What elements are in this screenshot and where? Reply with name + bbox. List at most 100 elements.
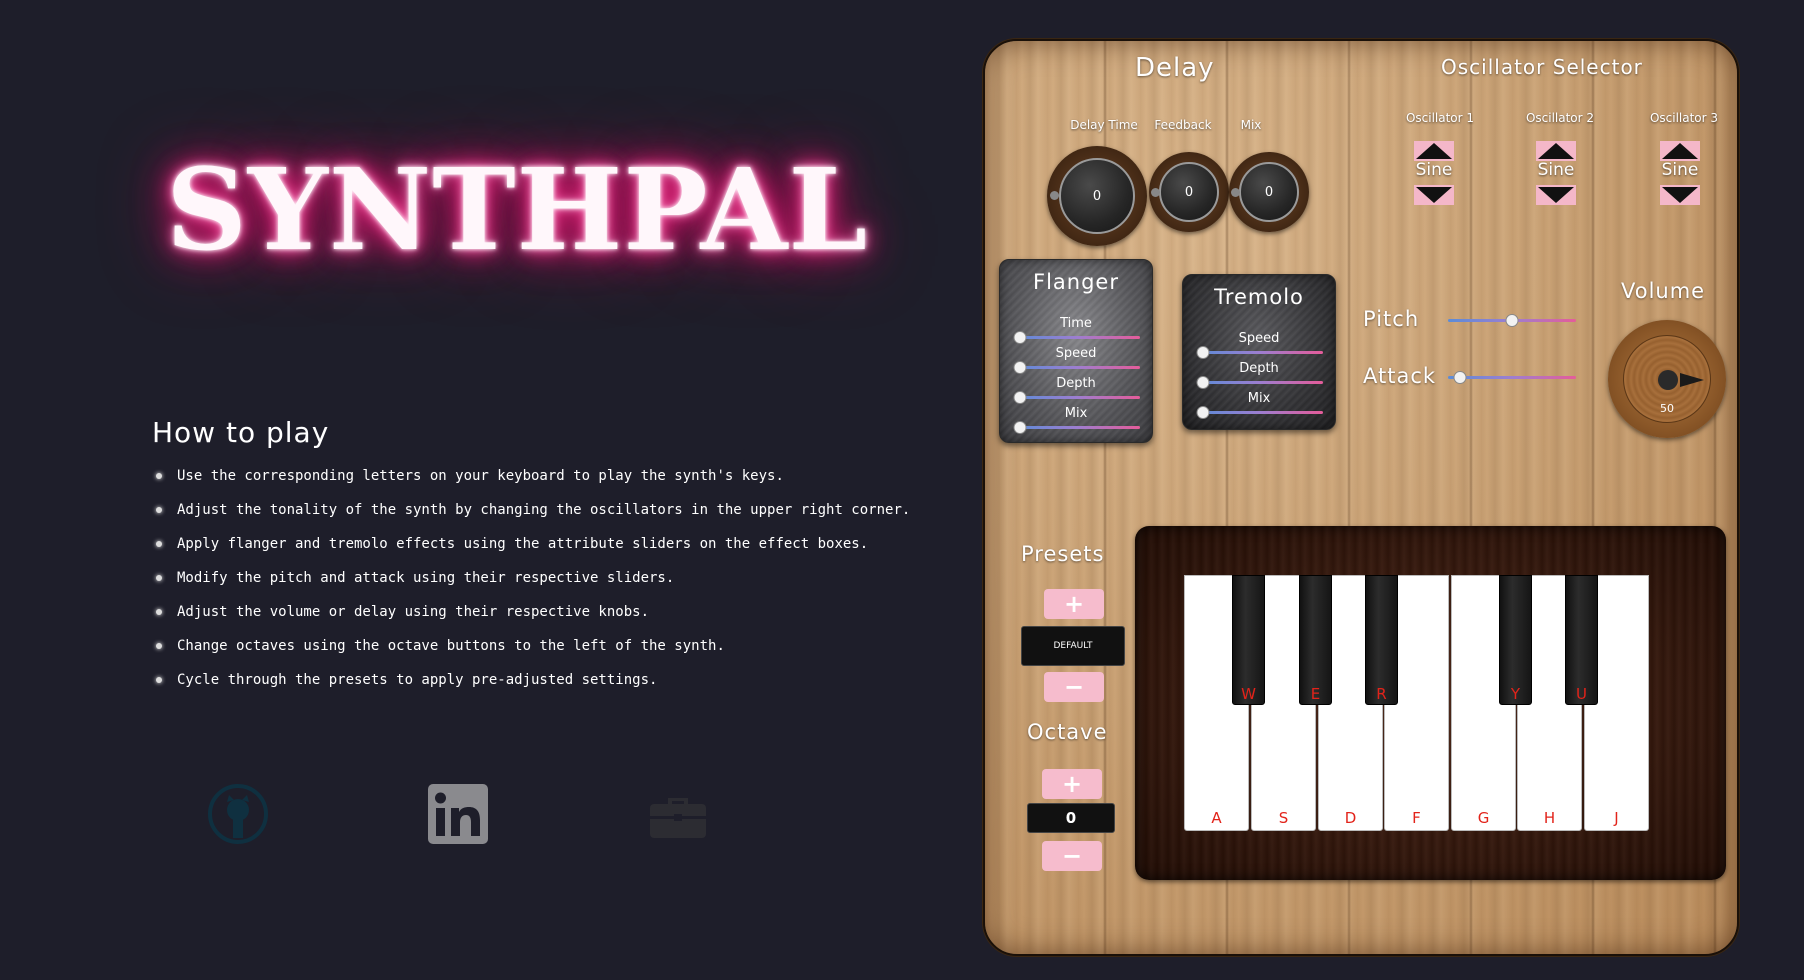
octave-down-button[interactable]: − [1042, 841, 1102, 871]
flanger-title: Flanger [1033, 270, 1119, 294]
portfolio-link[interactable] [648, 784, 708, 844]
flanger-box: Flanger Time Speed Depth Mix [999, 259, 1153, 443]
slider-thumb[interactable] [1505, 314, 1519, 327]
feedback-knob[interactable]: 0 [1149, 152, 1229, 232]
oscillator-1-up-button[interactable] [1414, 141, 1454, 161]
list-item: Use the corresponding letters on your ke… [153, 462, 910, 496]
key-label: F [1412, 809, 1421, 827]
key-label: H [1543, 809, 1556, 827]
key-label: R [1376, 685, 1387, 703]
preset-next-button[interactable]: + [1044, 589, 1104, 619]
knob-indicator [1050, 191, 1059, 200]
flanger-mix-label: Mix [1064, 406, 1088, 421]
feedback-value: 0 [1159, 162, 1219, 222]
volume-pointer-icon [1680, 373, 1704, 387]
oscillator-3-selector: Sine [1660, 141, 1700, 205]
oscillator-1-value: Sine [1415, 160, 1453, 180]
slider-track [1014, 426, 1140, 429]
delay-time-value: 0 [1059, 158, 1135, 234]
key-label: A [1211, 809, 1222, 827]
list-item: Cycle through the presets to apply pre-a… [153, 666, 910, 700]
how-to-play-list: Use the corresponding letters on your ke… [153, 462, 910, 700]
list-item: Apply flanger and tremolo effects using … [153, 530, 910, 564]
oscillator-1-down-button[interactable] [1414, 185, 1454, 205]
oscillator-1-selector: Sine [1414, 141, 1454, 205]
delay-mix-knob[interactable]: 0 [1229, 152, 1309, 232]
key-label: U [1576, 685, 1587, 703]
oscillator-2-value: Sine [1537, 160, 1575, 180]
key-label: J [1614, 809, 1619, 827]
piano-key-y[interactable]: Y [1499, 575, 1532, 705]
flanger-time-slider[interactable] [1013, 331, 1140, 344]
pitch-slider[interactable] [1448, 314, 1576, 327]
preset-prev-button[interactable]: − [1044, 672, 1104, 702]
flanger-depth-label: Depth [1056, 376, 1096, 391]
oscillator-3-label: Oscillator 3 [1649, 111, 1719, 125]
slider-thumb[interactable] [1013, 421, 1027, 434]
github-icon [208, 784, 268, 844]
tremolo-speed-slider[interactable] [1196, 346, 1323, 359]
slider-track [1014, 336, 1140, 339]
oscillator-2-down-button[interactable] [1536, 185, 1576, 205]
list-item: Modify the pitch and attack using their … [153, 564, 910, 598]
volume-knob[interactable]: 50 [1608, 320, 1726, 438]
key-label: E [1310, 685, 1321, 703]
tremolo-box: Tremolo Speed Depth Mix [1182, 274, 1336, 430]
piano-key-u[interactable]: U [1565, 575, 1598, 705]
volume-knob-hub [1658, 370, 1678, 390]
piano-key-e[interactable]: E [1299, 575, 1332, 705]
oscillator-3-down-button[interactable] [1660, 185, 1700, 205]
key-label: W [1241, 685, 1256, 703]
key-label: S [1278, 809, 1289, 827]
briefcase-icon [650, 798, 706, 838]
oscillator-2-up-button[interactable] [1536, 141, 1576, 161]
synthpal-logo: SYNTHPAL [166, 145, 869, 276]
oscillator-1-label: Oscillator 1 [1405, 111, 1475, 125]
github-link[interactable] [208, 784, 268, 844]
volume-value: 50 [1660, 402, 1674, 415]
octave-up-button[interactable]: + [1042, 769, 1102, 799]
octave-title: Octave [1027, 720, 1108, 744]
slider-thumb[interactable] [1196, 376, 1210, 389]
oscillator-3-up-button[interactable] [1660, 141, 1700, 161]
delay-mix-value: 0 [1239, 162, 1299, 222]
flanger-speed-label: Speed [1055, 346, 1097, 361]
attack-slider[interactable] [1448, 371, 1576, 384]
oscillator-2-label: Oscillator 2 [1525, 111, 1595, 125]
tremolo-title: Tremolo [1214, 285, 1304, 309]
attack-label: Attack [1363, 364, 1437, 388]
linkedin-link[interactable] [428, 784, 488, 844]
slider-track [1197, 411, 1323, 414]
piano-key-w[interactable]: W [1232, 575, 1265, 705]
tremolo-depth-label: Depth [1239, 361, 1279, 376]
tremolo-mix-label: Mix [1247, 391, 1271, 406]
volume-title: Volume [1621, 279, 1706, 303]
tremolo-mix-slider[interactable] [1196, 406, 1323, 419]
slider-thumb[interactable] [1013, 361, 1027, 374]
feedback-label: Feedback [1154, 118, 1212, 132]
slider-thumb[interactable] [1453, 371, 1467, 384]
flanger-mix-slider[interactable] [1013, 421, 1140, 434]
slider-thumb[interactable] [1013, 391, 1027, 404]
slider-track [1197, 351, 1323, 354]
list-item: Adjust the volume or delay using their r… [153, 598, 910, 632]
slider-thumb[interactable] [1196, 406, 1210, 419]
oscillator-3-value: Sine [1661, 160, 1699, 180]
slider-track [1014, 396, 1140, 399]
delay-time-knob[interactable]: 0 [1047, 146, 1147, 246]
tremolo-speed-label: Speed [1238, 331, 1280, 346]
piano-key-r[interactable]: R [1365, 575, 1398, 705]
slider-track [1448, 376, 1576, 379]
presets-title: Presets [1021, 542, 1105, 566]
delay-time-label: Delay Time [1070, 118, 1138, 132]
flanger-depth-slider[interactable] [1013, 391, 1140, 404]
slider-track [1014, 366, 1140, 369]
preset-display: DEFAULT [1021, 626, 1125, 666]
flanger-time-label: Time [1060, 316, 1092, 331]
slider-thumb[interactable] [1013, 331, 1027, 344]
linkedin-icon [428, 784, 488, 844]
list-item: Change octaves using the octave buttons … [153, 632, 910, 666]
slider-thumb[interactable] [1196, 346, 1210, 359]
flanger-speed-slider[interactable] [1013, 361, 1140, 374]
tremolo-depth-slider[interactable] [1196, 376, 1323, 389]
